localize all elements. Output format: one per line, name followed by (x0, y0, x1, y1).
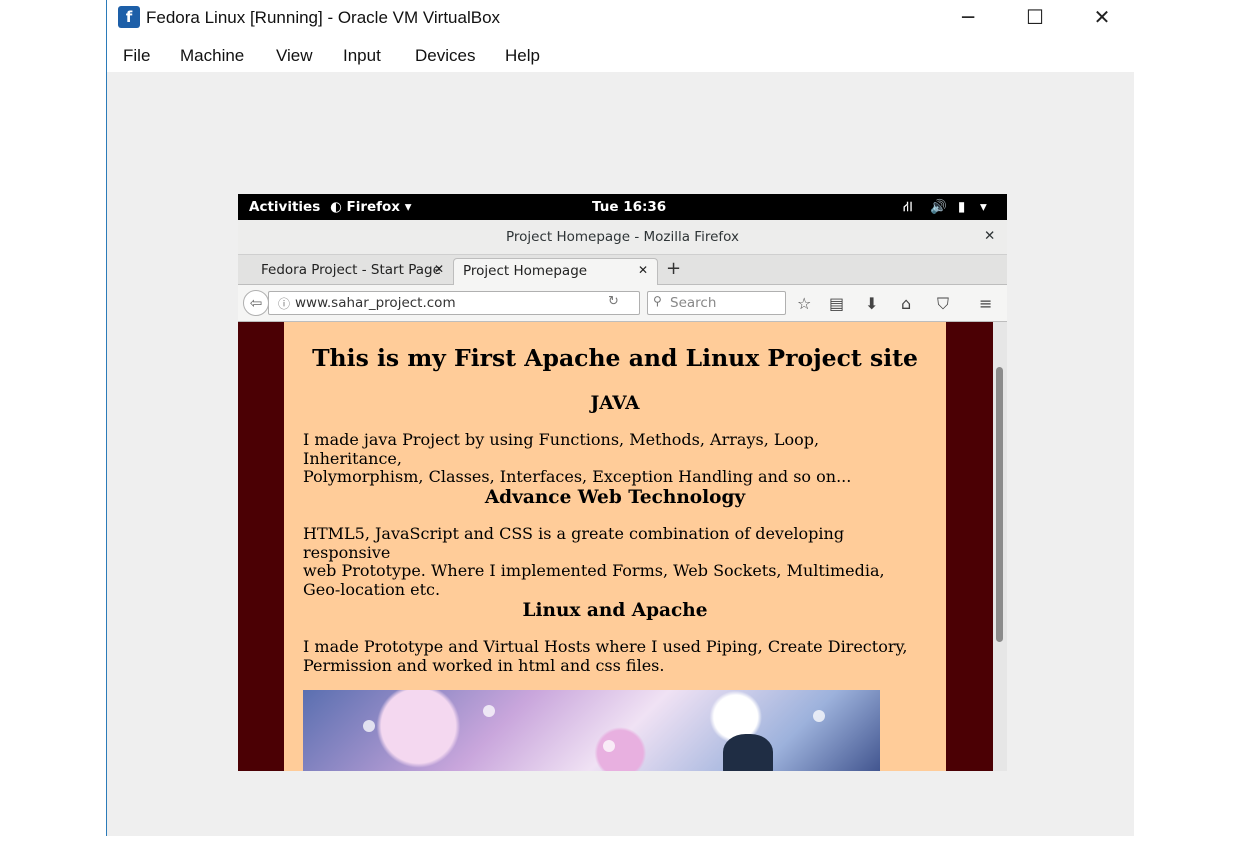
text-line: Permission and worked in html and css fi… (303, 655, 665, 675)
close-button[interactable]: ✕ (1079, 2, 1125, 32)
tab-project-homepage[interactable]: Project Homepage ✕ (453, 258, 658, 285)
app-menu-label: Firefox (346, 199, 401, 215)
search-placeholder: Search (670, 295, 717, 311)
new-tab-icon[interactable]: + (666, 258, 681, 279)
maximize-button[interactable]: ☐ (1012, 2, 1058, 32)
bokeh-light (603, 740, 615, 752)
menu-machine[interactable]: Machine (180, 46, 244, 66)
menu-view[interactable]: View (276, 46, 313, 66)
window-titlebar[interactable]: f Fedora Linux [Running] - Oracle VM Vir… (107, 0, 1244, 36)
search-icon: ⚲ (653, 294, 662, 308)
page-scrollbar[interactable] (993, 322, 1007, 771)
menu-input[interactable]: Input (343, 46, 381, 66)
section-title-linux: Linux and Apache (522, 600, 708, 621)
download-icon[interactable]: ⬇ (865, 294, 878, 313)
firefox-titlebar[interactable]: Project Homepage - Mozilla Firefox ✕ (238, 220, 1007, 255)
bokeh-light (363, 720, 375, 732)
tab-label: Project Homepage (463, 263, 588, 279)
menubar: File Machine View Input Devices Help (107, 38, 1134, 72)
tab-close-icon[interactable]: ✕ (434, 262, 444, 276)
snowman-figure (723, 734, 773, 771)
activities-button[interactable]: Activities (249, 199, 320, 215)
text-line: HTML5, JavaScript and CSS is a greate co… (303, 524, 845, 562)
minimize-button[interactable]: ─ (945, 2, 991, 32)
clock[interactable]: Tue 16:36 (592, 199, 666, 215)
firefox-icon: ◐ (330, 199, 342, 215)
system-menu-chevron-icon[interactable]: ▾ (980, 199, 987, 215)
bokeh-light (483, 705, 495, 717)
url-bar[interactable]: ⓘ www.sahar_project.com ↻ (268, 291, 640, 315)
text-line: Geo-location etc. (303, 579, 441, 599)
navigation-toolbar: ⇦ ⓘ www.sahar_project.com ↻ ⚲ Search ☆ ▤… (238, 285, 1007, 322)
gnome-top-bar: Activities ◐ Firefox ▾ Tue 16:36 ⛙ 🔊 ▮ ▾ (238, 194, 1007, 220)
menu-help[interactable]: Help (505, 46, 540, 66)
tab-strip: Fedora Project - Start Page ✕ Project Ho… (238, 255, 1007, 285)
virtualbox-app-icon: f (118, 6, 140, 28)
firefox-window: Project Homepage - Mozilla Firefox ✕ Fed… (238, 220, 1007, 771)
pocket-icon[interactable]: ⛉ (937, 294, 949, 314)
bokeh-light (813, 710, 825, 722)
url-text[interactable]: www.sahar_project.com (295, 295, 456, 311)
volume-icon[interactable]: 🔊 (930, 199, 947, 215)
section-text-java: I made java Project by using Functions, … (303, 430, 923, 487)
firefox-window-title: Project Homepage - Mozilla Firefox (505, 229, 739, 245)
page-body: This is my First Apache and Linux Projec… (284, 322, 946, 771)
section-title-java: JAVA (590, 393, 640, 414)
library-icon[interactable]: ▤ (829, 294, 844, 313)
menu-file[interactable]: File (123, 46, 150, 66)
text-line: I made java Project by using Functions, … (303, 430, 820, 468)
firefox-app-menu[interactable]: ◐ Firefox ▾ (330, 199, 412, 215)
section-title-web: Advance Web Technology (484, 487, 746, 508)
vm-display-area[interactable]: Activities ◐ Firefox ▾ Tue 16:36 ⛙ 🔊 ▮ ▾… (107, 72, 1134, 836)
reload-icon[interactable]: ↻ (608, 294, 619, 309)
back-arrow-icon[interactable]: ⇦ (243, 290, 269, 316)
hamburger-menu-icon[interactable]: ≡ (979, 294, 992, 313)
site-info-icon[interactable]: ⓘ (278, 295, 290, 312)
guest-screen[interactable]: Activities ◐ Firefox ▾ Tue 16:36 ⛙ 🔊 ▮ ▾… (238, 194, 1007, 771)
battery-icon[interactable]: ▮ (958, 199, 965, 215)
scrollbar-thumb[interactable] (996, 367, 1003, 642)
chevron-down-icon: ▾ (404, 199, 412, 215)
window-title: Fedora Linux [Running] - Oracle VM Virtu… (146, 8, 501, 27)
tab-label: Fedora Project - Start Page (261, 262, 441, 278)
menu-devices[interactable]: Devices (415, 46, 475, 66)
tab-close-icon[interactable]: ✕ (638, 263, 648, 277)
tab-fedora-start-page[interactable]: Fedora Project - Start Page ✕ (248, 258, 448, 284)
text-line: web Prototype. Where I implemented Forms… (303, 561, 885, 580)
home-icon[interactable]: ⌂ (901, 294, 911, 313)
text-line: Polymorphism, Classes, Interfaces, Excep… (303, 467, 852, 486)
section-text-web: HTML5, JavaScript and CSS is a greate co… (303, 524, 923, 599)
page-viewport[interactable]: This is my First Apache and Linux Projec… (238, 322, 993, 771)
search-bar[interactable]: ⚲ Search (647, 291, 786, 315)
decorative-photo (303, 690, 880, 771)
bookmark-star-icon[interactable]: ☆ (797, 294, 811, 313)
firefox-close-icon[interactable]: ✕ (984, 228, 995, 244)
network-icon[interactable]: ⛙ (903, 199, 913, 217)
text-line: I made Prototype and Virtual Hosts where… (303, 637, 908, 656)
page-heading: This is my First Apache and Linux Projec… (312, 344, 918, 372)
section-text-linux: I made Prototype and Virtual Hosts where… (303, 637, 923, 675)
virtualbox-window: f Fedora Linux [Running] - Oracle VM Vir… (106, 0, 1244, 836)
